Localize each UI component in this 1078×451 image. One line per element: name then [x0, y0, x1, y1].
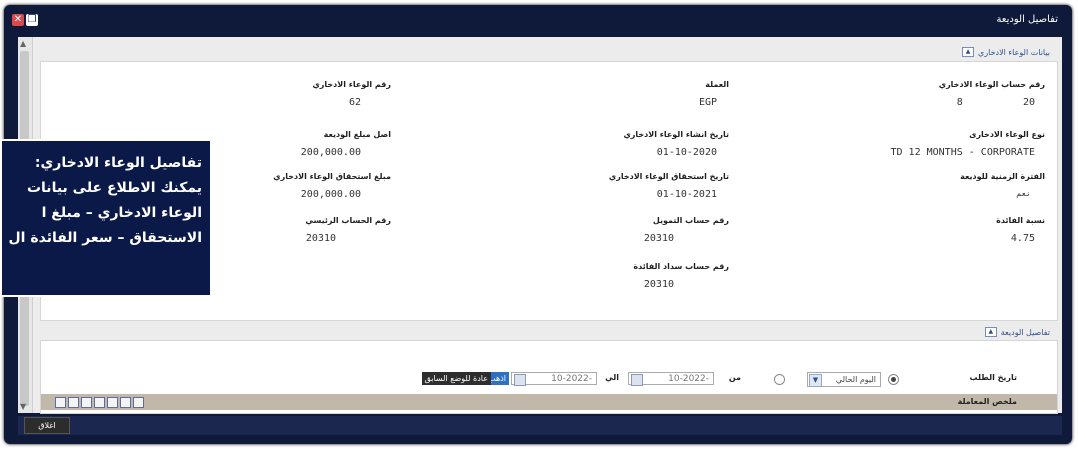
reset-button[interactable]: عادة للوضع السابق [421, 372, 491, 385]
field-value: TD 12 MONTHS - CORPORATE [890, 147, 1036, 158]
field-label: نوع الوعاء الادخارى [969, 130, 1045, 139]
to-date-input[interactable]: -10-2022 [511, 372, 597, 386]
scroll-up-icon[interactable]: ▲ [20, 39, 26, 48]
restore-icon[interactable]: ❐ [26, 14, 38, 26]
callout-line: يمكنك الاطلاع على بيانات [26, 180, 202, 196]
filter-icon[interactable] [107, 397, 118, 408]
close-button[interactable]: اغلاق [24, 417, 70, 434]
field-main-account: رقم الحساب الرئيسي 20310 [305, 216, 391, 244]
field-label: رقم الوعاء الادخاري [312, 80, 391, 89]
field-value: 20310 [643, 279, 674, 290]
callout-line: الاستحقاق – سعر الفائدة ال [8, 230, 202, 246]
summary-toolbar [55, 397, 144, 408]
field-label: رقم الحساب الرئيسي [305, 216, 391, 225]
from-date-input[interactable]: -10-2022 [628, 372, 714, 386]
excel-icon[interactable] [55, 397, 66, 408]
field-value: 01-10-2021 [656, 189, 717, 200]
from-label: من [728, 373, 741, 382]
field-interest-payment-account: رقم حساب سداد الفائدة 20310 [633, 262, 729, 290]
section-header-deposit[interactable]: تفاصيل الوديعة ▲ [984, 327, 1050, 337]
field-label: العملة [705, 80, 729, 89]
field-label: مبلغ استحقاق الوعاء الادخاري [273, 172, 391, 181]
field-maturity-date: تاريخ استحقاق الوعاء الادخاري 01-10-2021 [609, 172, 729, 200]
field-currency: العملة EGP [699, 80, 729, 108]
collapse-icon[interactable]: ▲ [984, 327, 997, 337]
field-vessel-no: رقم الوعاء الادخاري 62 [312, 80, 391, 108]
printer-icon[interactable] [81, 397, 92, 408]
tutorial-callout: تفاصيل الوعاء الادخاري: يمكنك الاطلاع عل… [0, 139, 212, 297]
field-label: تاريخ استحقاق الوعاء الادخاري [608, 172, 729, 181]
field-value: 20 8 [956, 97, 1035, 108]
field-open-date: تاريخ انشاء الوعاء الادخاري 01-10-2020 [623, 130, 729, 158]
calendar-icon[interactable] [514, 374, 526, 386]
window-titlebar: تفاصيل الوديعة ✕ ❐ [4, 5, 1072, 35]
field-vessel-type: نوع الوعاء الادخارى TD 12 MONTHS - CORPO… [891, 130, 1046, 158]
columns-icon[interactable] [94, 397, 105, 408]
field-label: رقم حساب سداد الفائدة [633, 262, 729, 271]
pdf-icon[interactable] [68, 397, 79, 408]
field-label: الفترة الزمنية للوديعة [960, 172, 1045, 181]
field-maturity-amount: مبلغ استحقاق الوعاء الادخاري 200,000.00 [273, 172, 391, 200]
field-value: 01-10-2020 [656, 147, 717, 158]
field-label: اصل مبلغ الوديعة [323, 130, 391, 139]
field-label: نسبة الفائدة [996, 216, 1045, 225]
field-account-no: رقم حساب الوعاء الادخاري 20 8 [939, 80, 1045, 108]
field-period: الفترة الزمنية للوديعة نعم [960, 172, 1045, 198]
field-value: 62 [348, 97, 361, 108]
period-select[interactable]: اليوم الحالي ▼ [807, 372, 881, 387]
close-icon[interactable]: ✕ [12, 14, 24, 26]
field-value: 20310 [643, 233, 674, 244]
to-date-value: -10-2022 [551, 374, 592, 384]
date-range-radio[interactable] [774, 374, 785, 385]
current-day-radio[interactable] [888, 374, 899, 385]
field-label: رقم حساب التمويل [652, 216, 729, 225]
section-title-deposit: تفاصيل الوديعة [1000, 327, 1050, 337]
calendar-icon[interactable] [631, 374, 643, 386]
section-header-savings[interactable]: بيانات الوعاء الادخاري ▲ [962, 47, 1050, 57]
window-title: تفاصيل الوديعة [996, 14, 1058, 25]
deposit-details-panel: تاريخ الطلب اليوم الحالي ▼ من -10-2022 ا… [40, 340, 1058, 414]
field-label: تاريخ انشاء الوعاء الادخاري [623, 130, 729, 139]
field-principal: اصل مبلغ الوديعة 200,000.00 [301, 130, 391, 158]
scroll-down-icon[interactable]: ▼ [20, 402, 26, 411]
bottom-button-bar: اغلاق [18, 416, 1062, 435]
field-funding-account: رقم حساب التمويل 20310 [644, 216, 729, 244]
refresh-icon[interactable] [120, 397, 131, 408]
field-value: 20310 [305, 233, 336, 244]
field-interest-rate: نسبة الفائدة 4.75 [996, 216, 1045, 244]
window-controls: ✕ ❐ [12, 14, 38, 26]
field-value: 200,000.00 [300, 189, 361, 200]
request-date-label: تاريخ الطلب [969, 373, 1017, 382]
section-title-savings: بيانات الوعاء الادخاري [978, 47, 1050, 57]
from-date-value: -10-2022 [668, 374, 709, 384]
chevron-down-icon[interactable]: ▼ [809, 374, 822, 387]
to-label: الي [605, 373, 619, 382]
print-icon[interactable] [133, 397, 144, 408]
transaction-summary-bar: ملخص المعاملة [41, 394, 1057, 410]
callout-line: الوعاء الادخاري – مبلغ ا [41, 205, 202, 221]
callout-line: تفاصيل الوعاء الادخاري: [34, 155, 202, 171]
collapse-icon[interactable]: ▲ [962, 47, 975, 57]
field-value: EGP [698, 97, 717, 108]
field-value: 200,000.00 [300, 147, 361, 158]
field-label: رقم حساب الوعاء الادخاري [938, 80, 1045, 89]
field-value: 4.75 [1010, 233, 1035, 244]
field-value: نعم [1016, 189, 1031, 198]
callout-text: تفاصيل الوعاء الادخاري: يمكنك الاطلاع عل… [0, 151, 202, 251]
period-select-value: اليوم الحالي [835, 375, 876, 384]
summary-title: ملخص المعاملة [957, 397, 1017, 406]
